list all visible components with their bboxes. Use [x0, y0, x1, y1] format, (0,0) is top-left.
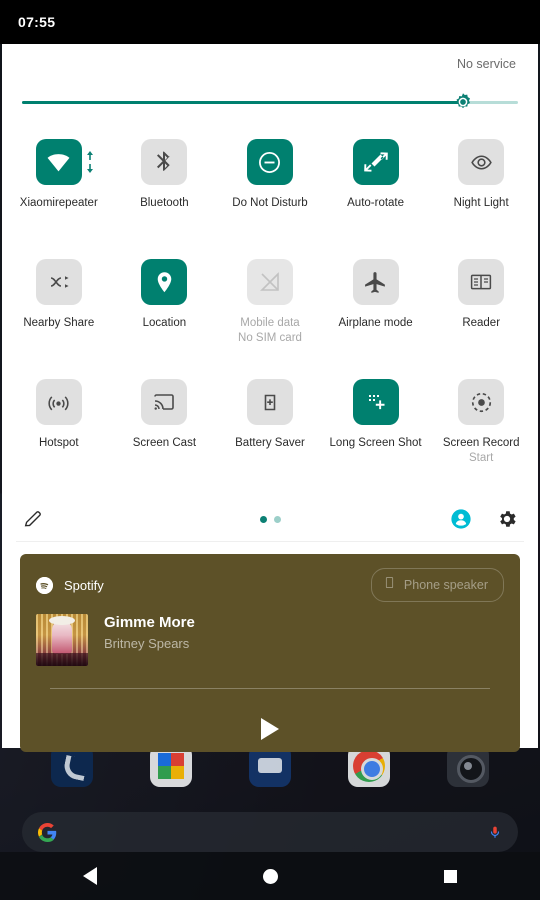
tile-long-screen-shot[interactable]: Long Screen Shot	[323, 371, 429, 451]
media-controls	[36, 718, 504, 740]
screen-record-icon	[458, 379, 505, 425]
page-indicator	[2, 515, 538, 523]
page-dot-inactive[interactable]	[273, 515, 281, 523]
quick-settings-panel: No service Xiaomirepeater Bluetooth Do N…	[2, 44, 538, 752]
track-title: Gimme More	[104, 614, 195, 631]
wifi-icon	[35, 139, 82, 185]
tile-sublabel: No SIM card	[238, 332, 302, 344]
tile-label: Location	[142, 317, 187, 329]
tile-label: Night Light	[453, 197, 509, 209]
mobile-data-off-icon	[246, 259, 293, 305]
tile-hotspot[interactable]: Hotspot	[6, 371, 112, 451]
battery-saver-icon	[246, 379, 293, 425]
tile-screen-cast[interactable]: Screen Cast	[112, 371, 218, 451]
reader-icon	[458, 259, 505, 305]
tile-label: Screen Cast	[132, 437, 197, 449]
output-device-chip[interactable]: Phone speaker	[370, 568, 504, 602]
location-pin-icon	[141, 259, 188, 305]
quick-settings-tiles: Xiaomirepeater Bluetooth Do Not Disturb …	[2, 113, 538, 491]
tile-night-light[interactable]: Night Light	[428, 131, 534, 211]
notification-app: Spotify	[36, 576, 104, 594]
notification-body: Gimme More Britney Spears	[36, 614, 504, 666]
brightness-icon[interactable]	[453, 92, 473, 112]
tile-screen-record[interactable]: Screen Record Start	[428, 371, 534, 466]
tile-nearby-share[interactable]: Nearby Share	[6, 251, 112, 331]
android-screen: 07:55 No service Xiaomirepeater Bluetoot…	[0, 0, 540, 900]
tile-label: Auto-rotate	[347, 197, 405, 209]
tile-mobile-data[interactable]: Mobile data No SIM card	[217, 251, 323, 346]
tile-reader[interactable]: Reader	[428, 251, 534, 331]
bluetooth-icon	[141, 139, 188, 185]
brightness-fill	[22, 101, 464, 104]
tile-label: Screen Record	[442, 437, 520, 449]
carrier-label: No service	[456, 57, 516, 71]
tile-label: Mobile data	[240, 317, 300, 329]
tile-airplane-mode[interactable]: Airplane mode	[323, 251, 429, 331]
back-button[interactable]	[55, 852, 125, 900]
spotify-icon	[36, 576, 53, 594]
tile-battery-saver[interactable]: Battery Saver	[217, 371, 323, 451]
nearby-share-icon	[35, 259, 82, 305]
long-screenshot-icon	[352, 379, 399, 425]
tile-label: Bluetooth	[140, 197, 189, 209]
status-bar-clock: 07:55	[18, 14, 56, 30]
track-artist: Britney Spears	[104, 636, 190, 651]
status-bar: 07:55	[0, 0, 540, 44]
night-light-icon	[458, 139, 505, 185]
media-notification[interactable]: Spotify Phone speaker Gimme More Britney…	[20, 554, 520, 752]
notification-separator	[50, 688, 490, 689]
quick-settings-footer	[2, 497, 538, 541]
tile-do-not-disturb[interactable]: Do Not Disturb	[217, 131, 323, 211]
auto-rotate-icon	[352, 139, 399, 185]
tile-auto-rotate[interactable]: Auto-rotate	[323, 131, 429, 211]
tile-label: Airplane mode	[338, 317, 413, 329]
airplane-icon	[352, 259, 399, 305]
page-dot-active[interactable]	[259, 515, 267, 523]
output-device-label: Phone speaker	[403, 578, 488, 592]
hotspot-icon	[35, 379, 82, 425]
tile-label: Hotspot	[38, 437, 79, 449]
data-activity-arrows-icon	[86, 151, 94, 173]
tile-bluetooth[interactable]: Bluetooth	[112, 131, 218, 211]
microphone-icon[interactable]	[488, 823, 502, 842]
do-not-disturb-icon	[246, 139, 293, 185]
notification-app-name: Spotify	[64, 577, 104, 593]
track-info: Gimme More Britney Spears	[104, 614, 195, 651]
tile-label: Nearby Share	[23, 317, 95, 329]
album-art	[36, 614, 88, 666]
navigation-bar	[0, 852, 540, 900]
tile-label: Battery Saver	[235, 437, 305, 449]
tile-row: Hotspot Screen Cast Battery Saver Long S…	[6, 371, 534, 491]
notification-header: Spotify Phone speaker	[36, 568, 504, 602]
tile-location[interactable]: Location	[112, 251, 218, 331]
brightness-slider[interactable]	[22, 91, 518, 113]
tile-label: Reader	[462, 317, 501, 329]
tile-label: Do Not Disturb	[232, 197, 308, 209]
home-button[interactable]	[235, 852, 305, 900]
footer-divider	[16, 541, 524, 542]
tile-wifi[interactable]: Xiaomirepeater	[6, 131, 112, 211]
screen-cast-icon	[141, 379, 188, 425]
tile-label: Xiaomirepeater	[19, 197, 98, 209]
tile-label: Long Screen Shot	[329, 437, 422, 449]
phone-speaker-icon	[383, 574, 396, 596]
google-g-icon	[38, 822, 57, 842]
play-icon[interactable]	[261, 718, 279, 740]
tile-row: Xiaomirepeater Bluetooth Do Not Disturb …	[6, 131, 534, 251]
tile-row: Nearby Share Location Mobile data No SIM…	[6, 251, 534, 371]
recents-button[interactable]	[415, 852, 485, 900]
tile-sublabel: Start	[469, 452, 494, 464]
google-search-bar[interactable]	[22, 812, 518, 852]
